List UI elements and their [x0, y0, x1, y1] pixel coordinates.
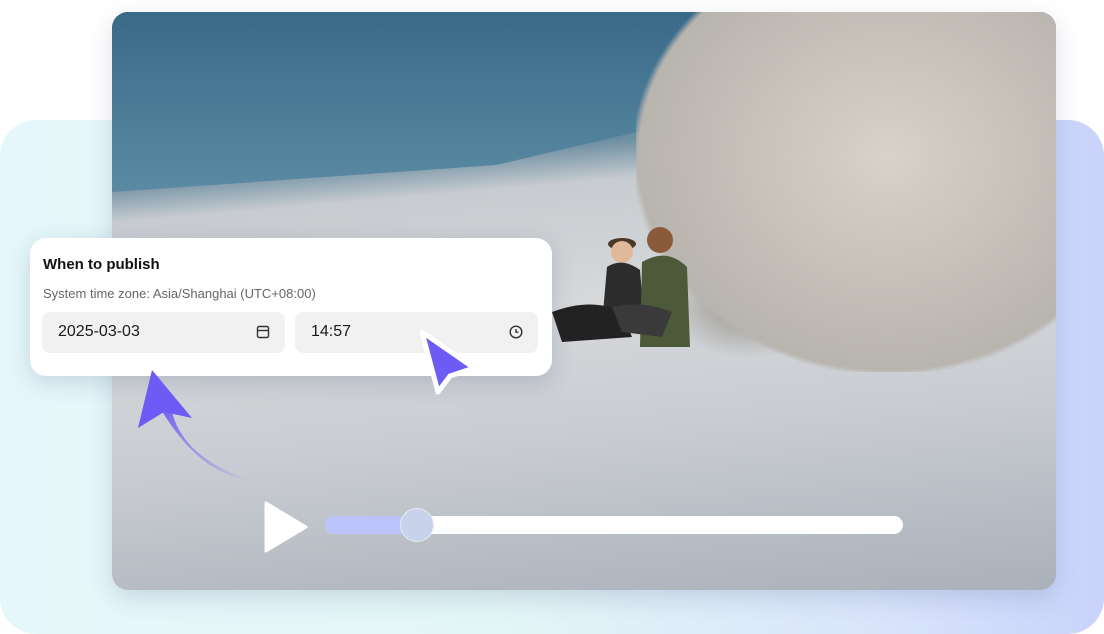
date-picker-input[interactable]: 2025-03-03 [42, 312, 285, 353]
calendar-icon[interactable] [255, 324, 271, 340]
timezone-label: System time zone: Asia/Shanghai (UTC+08:… [43, 286, 316, 301]
play-icon[interactable] [264, 500, 310, 554]
cursor-pointer-icon [419, 329, 477, 395]
time-value: 14:57 [311, 323, 352, 340]
couple-figure [552, 227, 690, 347]
card-title: When to publish [43, 256, 160, 273]
curved-arrow-icon [138, 370, 250, 480]
date-value: 2025-03-03 [58, 323, 140, 340]
clock-icon[interactable] [508, 324, 524, 340]
